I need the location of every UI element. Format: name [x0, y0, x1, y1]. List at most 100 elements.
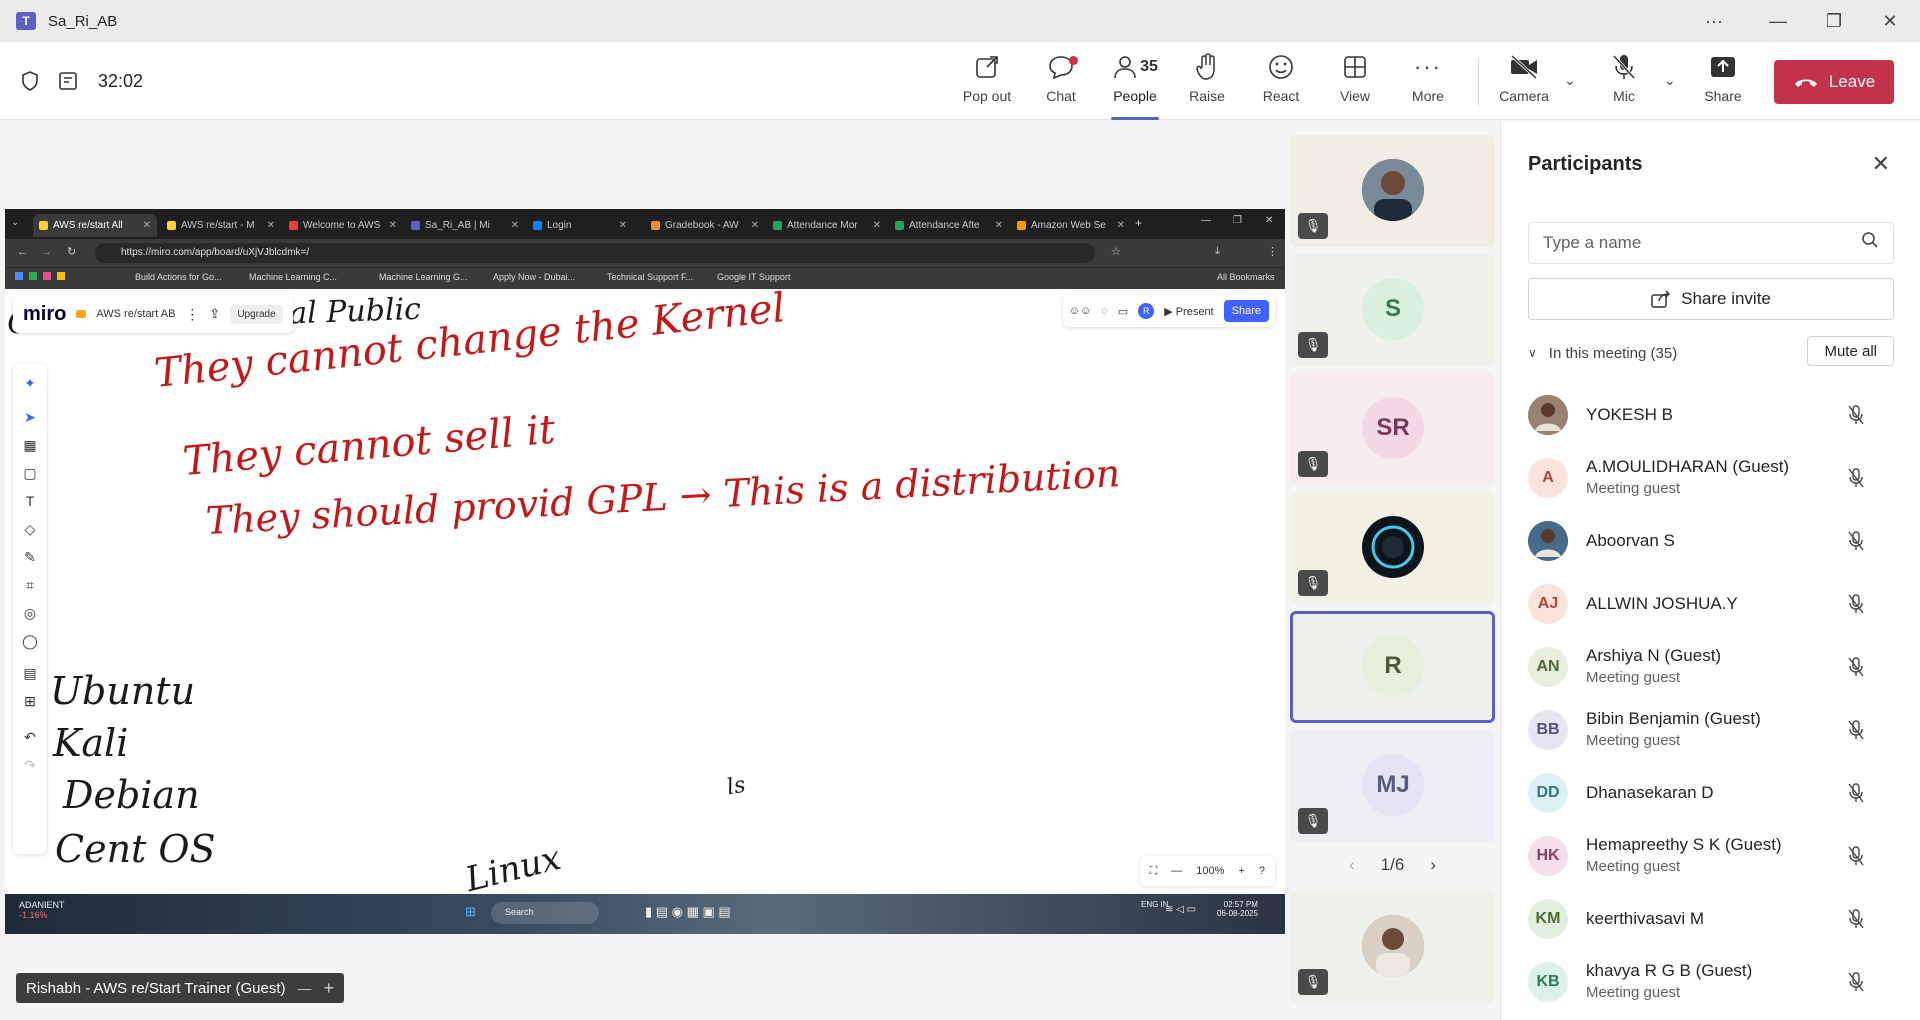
text-tool-icon[interactable]: T [13, 488, 47, 514]
undo-icon[interactable]: ↶ [13, 724, 47, 750]
next-page-icon[interactable]: › [1430, 855, 1436, 875]
participant-row[interactable]: KB khavya R G B (Guest) Meeting guest [1528, 951, 1894, 1014]
bookmark-item[interactable]: Machine Learning C... [249, 272, 337, 282]
participant-row[interactable]: AN Arshiya N (Guest) Meeting guest [1528, 636, 1894, 699]
in-meeting-section-header[interactable]: ∨ In this meeting (35) Mute all [1528, 336, 1894, 370]
browser-tab[interactable]: AWS re/start - M ✕ [161, 214, 281, 237]
participant-row[interactable]: DD Dhanasekaran D [1528, 762, 1894, 825]
template-icon[interactable]: ▦ [13, 432, 47, 458]
bookmark-item[interactable]: Apply Now - Dubai... [493, 272, 575, 282]
bookmark-item[interactable]: Google IT Support [717, 272, 790, 282]
board-name[interactable]: AWS re/start AB [96, 308, 175, 320]
share-invite-button[interactable]: Share invite [1528, 278, 1894, 320]
reload-icon[interactable]: ↻ [67, 245, 76, 258]
sticky-note-icon[interactable]: ▢ [13, 460, 47, 486]
view-button[interactable]: View [1319, 52, 1391, 114]
pen-icon[interactable]: ✎ [13, 544, 47, 570]
mic-off-icon[interactable] [1846, 845, 1866, 872]
browser-tab[interactable]: Login ✕ [527, 214, 633, 237]
participant-row[interactable]: HK Hemapreethy S K (Guest) Meeting guest [1528, 825, 1894, 888]
mic-off-icon[interactable] [1846, 530, 1866, 557]
mic-off-icon[interactable] [1846, 593, 1866, 620]
frame-icon[interactable]: ⌗ [13, 572, 47, 598]
camera-button[interactable]: Camera [1488, 52, 1560, 114]
browser-tab[interactable]: Attendance Afte ✕ [889, 214, 1009, 237]
chat-button[interactable]: Chat [1025, 52, 1097, 114]
browser-tab[interactable]: Amazon Web Se ✕ [1011, 214, 1131, 237]
comment-icon[interactable]: ◌ [1101, 305, 1108, 317]
react-button[interactable]: React [1245, 52, 1317, 114]
mic-off-icon[interactable] [1846, 656, 1866, 683]
camera-options-chevron-icon[interactable]: ⌄ [1564, 72, 1576, 89]
bookmark-star-icon[interactable]: ☆ [1111, 245, 1121, 258]
browser-tab[interactable]: Attendance Mor ✕ [767, 214, 887, 237]
restore-button[interactable]: ❐ [1806, 0, 1862, 42]
taskbar-app-icons[interactable]: ▮ ▤ ◉ ▦ ▣ ▤ [645, 904, 731, 920]
miro-share-button[interactable]: Share [1223, 300, 1269, 322]
minimize-button[interactable]: — [1750, 0, 1806, 42]
video-tile[interactable]: 🎙 [1290, 891, 1495, 1003]
miro-board-canvas[interactable]: Os not Unix General Public They cannot c… [5, 285, 1285, 900]
url-field[interactable]: https://miro.com/app/board/uXjVJblcdmk=/ [95, 243, 1095, 263]
select-cursor-icon[interactable]: ➤ [13, 404, 47, 430]
user-avatar[interactable]: R [1138, 303, 1155, 319]
participant-row[interactable]: AJ ALLWIN JOSHUA.Y [1528, 573, 1894, 636]
mic-off-icon[interactable] [1846, 782, 1866, 809]
more-button[interactable]: ··· More [1392, 52, 1464, 114]
ai-sparkle-icon[interactable]: ✦ [13, 370, 47, 396]
browser-tab[interactable]: Sa_Ri_AB | Mi ✕ [405, 214, 525, 237]
new-tab-icon[interactable]: + [1135, 216, 1142, 230]
zoom-level[interactable]: 100% [1196, 865, 1224, 877]
add-more-icon[interactable]: ⊞ [13, 688, 47, 714]
video-tile[interactable]: 🎙 [1290, 492, 1495, 604]
browser-minimize-icon[interactable]: — [1201, 215, 1211, 226]
browser-tab[interactable]: Gradebook - AW ✕ [645, 214, 765, 237]
participant-row[interactable]: Aboorvan S [1528, 510, 1894, 573]
mic-options-chevron-icon[interactable]: ⌄ [1664, 72, 1676, 89]
mic-off-icon[interactable] [1846, 719, 1866, 746]
reactions-icon[interactable]: ☺☺ [1069, 305, 1091, 317]
participant-row[interactable]: A A.MOULIDHARAN (Guest) Meeting guest [1528, 447, 1894, 510]
video-tile[interactable]: MJ 🎙 [1290, 730, 1495, 842]
comment-tool-icon[interactable]: ◯ [13, 628, 47, 654]
people-button[interactable]: 35 People [1099, 52, 1171, 120]
table-icon[interactable]: ▤ [13, 660, 47, 686]
clock[interactable]: 02:57 PM 06-08-2025 [1217, 900, 1258, 918]
all-bookmarks[interactable]: All Bookmarks [1217, 272, 1275, 282]
download-icon[interactable]: ⤓ [1215, 245, 1220, 258]
participant-row[interactable]: BB Bibin Benjamin (Guest) Meeting guest [1528, 699, 1894, 762]
fit-screen-icon[interactable]: ⛶ [1150, 865, 1158, 878]
browser-restore-icon[interactable]: ❐ [1233, 215, 1242, 226]
bookmark-item[interactable]: Machine Learning G... [379, 272, 468, 282]
browser-tab[interactable]: AWS re/start All ✕ [33, 214, 157, 237]
zoom-in-icon[interactable]: + [1238, 865, 1244, 877]
raise-hand-button[interactable]: Raise [1171, 52, 1243, 114]
pop-out-button[interactable]: Pop out [951, 52, 1023, 114]
share-button[interactable]: Share [1687, 52, 1759, 114]
video-tile[interactable]: 🎙 [1290, 135, 1495, 247]
browser-close-icon[interactable]: ✕ [1265, 215, 1273, 226]
redo-icon[interactable]: ↷ [13, 752, 47, 778]
bookmark-item[interactable]: Technical Support F... [607, 272, 693, 282]
mic-off-icon[interactable] [1846, 971, 1866, 998]
back-icon[interactable]: ← [17, 246, 28, 258]
board-menu-icon[interactable]: ⋮ [185, 306, 199, 323]
shield-icon[interactable] [20, 70, 40, 92]
video-tile-selected[interactable]: R [1290, 611, 1495, 723]
system-tray-icons[interactable]: ≋ ◁ ▭ [1165, 904, 1196, 915]
participant-row[interactable]: KM keerthivasavi M [1528, 888, 1894, 951]
windows-start-icon[interactable]: ⊞ [465, 904, 476, 920]
browser-menu-icon[interactable]: ⋮ [1267, 245, 1278, 258]
close-panel-icon[interactable]: ✕ [1872, 151, 1890, 177]
help-icon[interactable]: ? [1259, 865, 1265, 877]
mute-all-button[interactable]: Mute all [1807, 336, 1894, 366]
bookmark-item[interactable]: Build Actions for Go... [135, 272, 222, 282]
mic-off-icon[interactable] [1846, 404, 1866, 431]
forward-icon[interactable]: → [41, 246, 52, 258]
zoom-out-icon[interactable]: — [1171, 865, 1182, 877]
participant-search-input[interactable] [1543, 231, 1843, 255]
stock-widget[interactable]: ADANIENT -1.16% [19, 900, 65, 920]
window-more-icon[interactable]: ··· [1686, 0, 1742, 42]
present-button[interactable]: ▶ Present [1164, 305, 1213, 318]
browser-tab[interactable]: Welcome to AWS ✕ [283, 214, 403, 237]
